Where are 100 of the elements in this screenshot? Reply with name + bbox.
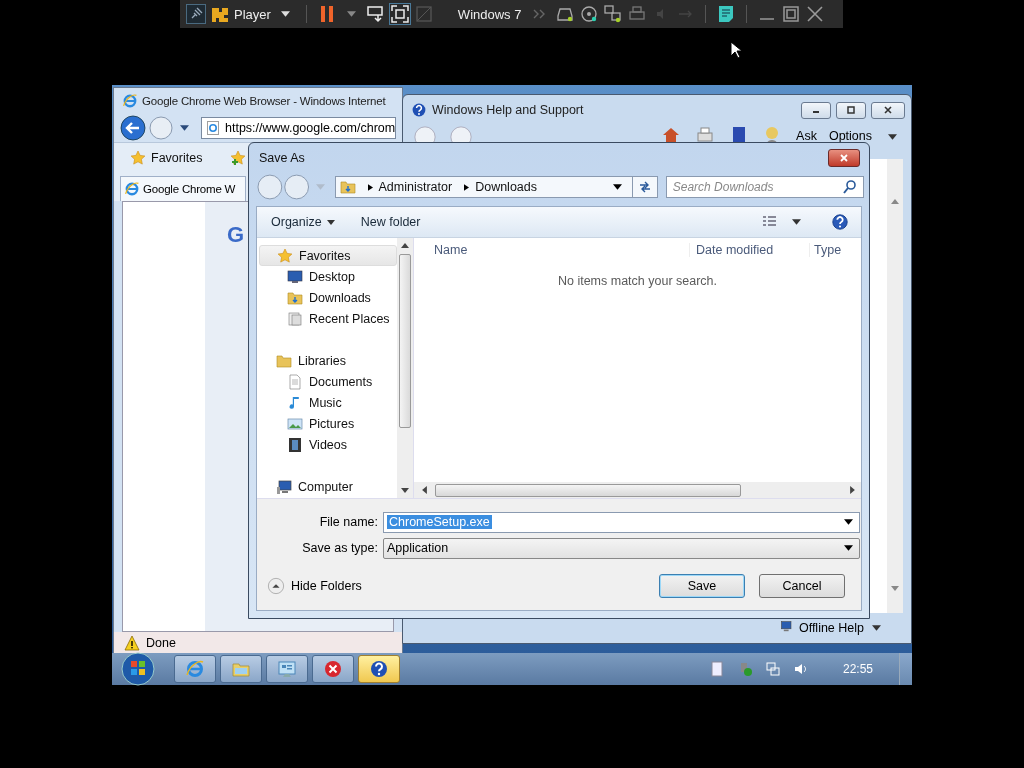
close-button[interactable] (871, 101, 905, 119)
nav-item[interactable]: Downloads (259, 287, 397, 308)
error-icon (323, 659, 343, 679)
nav-item[interactable]: Music (259, 392, 397, 413)
address-bar[interactable]: https://www.google.com/chrom (201, 117, 396, 139)
browser-icon (185, 659, 205, 679)
options-menu[interactable]: Options (828, 129, 872, 143)
caret-icon[interactable] (612, 184, 622, 190)
scroll-thumb[interactable] (399, 254, 411, 428)
computer-icon (276, 478, 292, 495)
folder-icon (339, 179, 356, 195)
column-header[interactable]: Date modified (689, 243, 809, 257)
breadcrumb-item[interactable]: Administrator (378, 180, 453, 194)
document-stack-icon (287, 310, 303, 327)
document-icon[interactable] (708, 661, 725, 677)
speaker-icon[interactable] (792, 661, 809, 677)
hide-folders-button[interactable]: Hide Folders (291, 578, 362, 593)
picture-frame-icon (287, 415, 303, 432)
caret-icon (326, 219, 335, 225)
taskbar-button[interactable] (358, 655, 400, 683)
nav-item[interactable]: Recent Places (259, 308, 397, 329)
file-type-dropdown[interactable]: Application (383, 537, 860, 559)
minimize-button[interactable] (801, 101, 831, 119)
column-header[interactable]: Name (414, 243, 689, 257)
caret-icon[interactable] (888, 134, 897, 140)
save-button[interactable]: Save (659, 573, 745, 598)
help-icon (369, 659, 389, 679)
restore-icon[interactable] (781, 4, 802, 24)
back-button[interactable] (120, 115, 146, 141)
scroll-left-icon[interactable] (422, 486, 427, 494)
dialog-title: Save As (259, 150, 305, 165)
warning-icon (124, 635, 140, 651)
nav-group-item[interactable]: Libraries (259, 350, 397, 371)
taskbar-button[interactable] (312, 655, 354, 683)
caret-icon[interactable] (872, 625, 881, 631)
nav-group-item[interactable]: Favorites (259, 245, 397, 266)
player-menu[interactable]: Player (234, 6, 271, 22)
ask-button[interactable]: Ask (796, 129, 817, 143)
nav-group-item[interactable]: Computer (259, 476, 397, 497)
status-text: Done (146, 636, 176, 650)
window-icon (277, 659, 297, 679)
star-icon (130, 150, 146, 166)
caret-icon[interactable] (792, 219, 801, 225)
taskbar-button[interactable] (174, 655, 216, 683)
caret-icon[interactable] (844, 519, 853, 525)
monitor-icon (287, 268, 303, 285)
nav-item[interactable]: Desktop (259, 266, 397, 287)
start-button[interactable] (120, 651, 156, 687)
fullscreen-icon[interactable] (389, 4, 410, 24)
collapse-icon[interactable] (267, 576, 285, 595)
window-title: Google Chrome Web Browser - Windows Internet (142, 95, 386, 107)
browser-icon (122, 93, 138, 109)
maximize-icon (846, 105, 856, 115)
close-icon[interactable] (805, 4, 826, 24)
disc-icon[interactable] (579, 4, 600, 24)
scrollbar[interactable] (414, 482, 861, 498)
window-title: Windows Help and Support (432, 103, 584, 117)
close-icon (883, 105, 893, 115)
scroll-right-icon[interactable] (850, 486, 855, 494)
network-icon[interactable] (603, 4, 624, 24)
taskbar-button[interactable] (220, 655, 262, 683)
scroll-down-icon[interactable] (401, 488, 409, 493)
document-icon (287, 373, 303, 390)
column-header[interactable]: Type (809, 243, 861, 257)
mouse-pointer-icon (730, 41, 742, 59)
field-label: Save as type: (301, 541, 379, 555)
breadcrumb-item[interactable]: Downloads (475, 180, 537, 194)
scroll-thumb[interactable] (435, 483, 741, 497)
maximize-button[interactable] (836, 101, 866, 119)
pin-icon[interactable] (186, 4, 206, 24)
organize-menu[interactable]: Organize (263, 212, 343, 232)
logo-text: G (227, 222, 245, 247)
help-icon[interactable] (831, 213, 849, 231)
favorites-button[interactable]: Favorites (124, 147, 209, 169)
send-keys-icon[interactable] (365, 4, 386, 24)
page-icon (205, 120, 221, 136)
caret-icon[interactable] (180, 125, 189, 131)
close-button[interactable] (828, 148, 860, 167)
offline-help-menu[interactable]: Offline Help (798, 621, 864, 635)
folder-icon (287, 289, 303, 306)
nav-item[interactable]: Documents (259, 371, 397, 392)
help-icon (411, 102, 427, 118)
chevron-icon[interactable] (464, 183, 470, 191)
taskbar-button[interactable] (266, 655, 308, 683)
field-label: File name: (318, 515, 379, 529)
caret-icon[interactable] (280, 11, 290, 17)
caret-icon (844, 545, 853, 551)
scrollbar[interactable] (397, 238, 413, 498)
nav-item[interactable]: Pictures (259, 413, 397, 434)
new-folder-button[interactable]: New folder (352, 212, 429, 232)
browser-icon (124, 181, 140, 197)
nav-item[interactable]: Videos (259, 434, 397, 455)
close-icon (839, 152, 849, 163)
browser-tab[interactable]: Google Chrome W (120, 176, 246, 201)
chevron-icon[interactable] (367, 183, 373, 191)
folder-icon (276, 352, 292, 369)
cancel-button[interactable]: Cancel (759, 573, 845, 598)
scroll-up-icon[interactable] (401, 243, 409, 248)
add-favorite-icon[interactable] (230, 150, 247, 166)
search-field[interactable]: Search Downloads (665, 176, 864, 198)
